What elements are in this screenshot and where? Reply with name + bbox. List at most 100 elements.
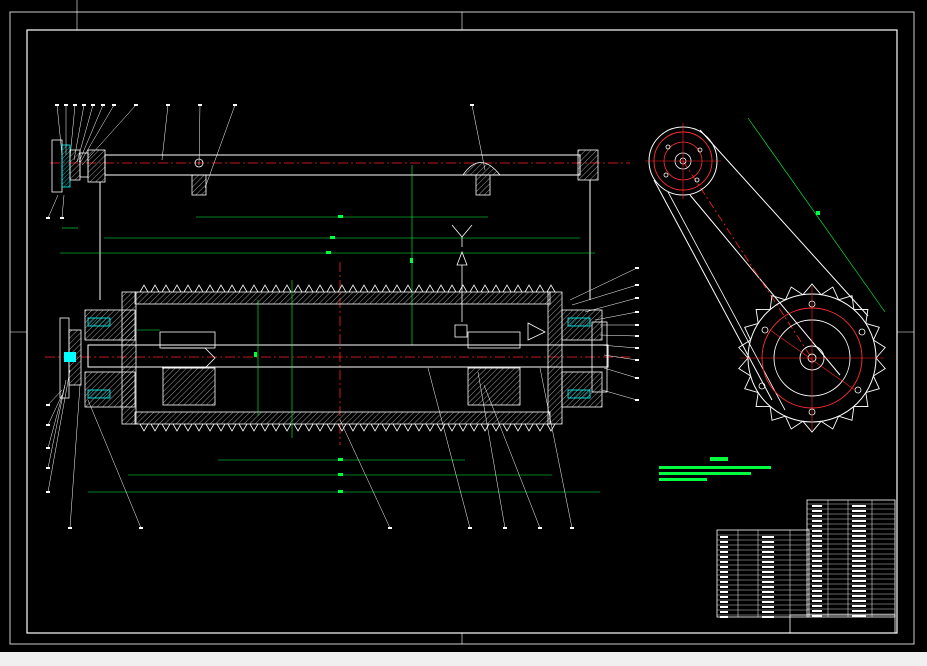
parts-list-cell (812, 515, 822, 517)
drum-tooth (447, 423, 457, 432)
drum-tooth (469, 423, 479, 432)
top-left-end-block (87, 149, 106, 183)
parts-list-cell (852, 600, 866, 602)
leader-line (56, 104, 63, 156)
dim-text-marker (410, 258, 413, 263)
part-balloon (198, 104, 202, 106)
drum-tooth (216, 423, 226, 432)
parts-list-cell (812, 590, 822, 592)
drum-tooth (326, 284, 336, 293)
parts-list-cell (720, 596, 728, 598)
part-balloon (635, 297, 639, 299)
drum-tooth (403, 284, 413, 293)
drum-tooth (436, 284, 446, 293)
drum-tooth (194, 423, 204, 432)
drum-tooth (238, 423, 248, 432)
dim-text-marker (326, 251, 331, 254)
parts-list-cell (762, 616, 774, 618)
drum-tooth (315, 284, 325, 293)
note-line-3 (659, 478, 707, 481)
drum-tooth (535, 423, 545, 432)
parts-list-cell (762, 541, 774, 543)
drum-tooth (359, 423, 369, 432)
parts-list-cell (812, 565, 822, 567)
parts-list-cell (720, 606, 728, 608)
drum-tooth (425, 423, 435, 432)
leader-line (571, 284, 638, 306)
drum-tooth (414, 423, 424, 432)
part-balloon (46, 467, 50, 469)
part-balloon (68, 527, 72, 529)
drum-tooth (216, 284, 226, 293)
drum-tooth (172, 423, 182, 432)
sprocket-chain-view (645, 117, 886, 433)
parts-list-cell (762, 571, 774, 573)
note-line-2 (659, 472, 751, 475)
parts-list-cell (852, 530, 866, 532)
leader-line (69, 384, 81, 529)
outer-border (9, 11, 915, 645)
parts-list-cell (852, 575, 866, 577)
parts-list-cell (720, 586, 728, 588)
top-shaft-tube (104, 154, 581, 176)
parts-list-cell (852, 505, 866, 507)
parts-list-cell (720, 566, 728, 568)
part-balloon (64, 104, 68, 106)
drum-tooth (403, 423, 413, 432)
left-hub (159, 331, 216, 406)
drum-tooth (370, 423, 380, 432)
sprocket-tooth (820, 286, 840, 300)
part-balloon (91, 104, 95, 106)
parts-list-cell (812, 520, 822, 522)
leader-line (161, 104, 169, 161)
parts-list-cell (852, 535, 866, 537)
drum-right-end-plate (547, 291, 563, 425)
part-balloon (538, 527, 542, 529)
part-balloon (635, 324, 639, 326)
part-balloon (635, 335, 639, 337)
parts-list-frame-right (806, 499, 896, 618)
drum-teeth-bottom (139, 423, 556, 432)
drum-tooth (425, 284, 435, 293)
parts-list-cell (762, 536, 774, 538)
drum-tooth (524, 284, 534, 293)
drum-tooth (348, 284, 358, 293)
parts-list-cell (762, 586, 774, 588)
drum-tooth (304, 284, 314, 293)
drum-tooth (513, 423, 523, 432)
leader-line (198, 104, 201, 166)
drum-tooth (458, 284, 468, 293)
top-view-dimensions (60, 165, 595, 345)
parts-list-cell (852, 540, 866, 542)
parts-list-cell (852, 555, 866, 557)
part-balloon (134, 104, 138, 106)
parts-list-cell (852, 545, 866, 547)
parts-list-cell (812, 505, 822, 507)
parts-list-cell (720, 556, 728, 558)
right-bearing-cyan (567, 389, 591, 399)
left-drive-pulley (59, 317, 82, 399)
parts-list-cell (762, 546, 774, 548)
parts-list-cell (720, 601, 728, 603)
part-balloon (46, 404, 50, 406)
parts-list-cell (812, 610, 822, 612)
part-balloon (388, 527, 392, 529)
leader-line (603, 367, 638, 379)
part-balloon (635, 359, 639, 361)
drum-tooth (271, 284, 281, 293)
title-block-frame (789, 614, 896, 634)
note-title (710, 457, 728, 461)
drum-tooth (161, 423, 171, 432)
drum-tooth (161, 284, 171, 293)
parts-list-cell (720, 561, 728, 563)
leader-line (599, 334, 638, 337)
roller-section-view (45, 262, 630, 445)
parts-list-cell (762, 596, 774, 598)
parts-list-cell (812, 570, 822, 572)
drum-tooth (447, 284, 457, 293)
drum-tooth (392, 423, 402, 432)
part-balloon (635, 311, 639, 313)
parts-list-cell (812, 530, 822, 532)
parts-list-cell (720, 541, 728, 543)
parts-list-cell (762, 581, 774, 583)
